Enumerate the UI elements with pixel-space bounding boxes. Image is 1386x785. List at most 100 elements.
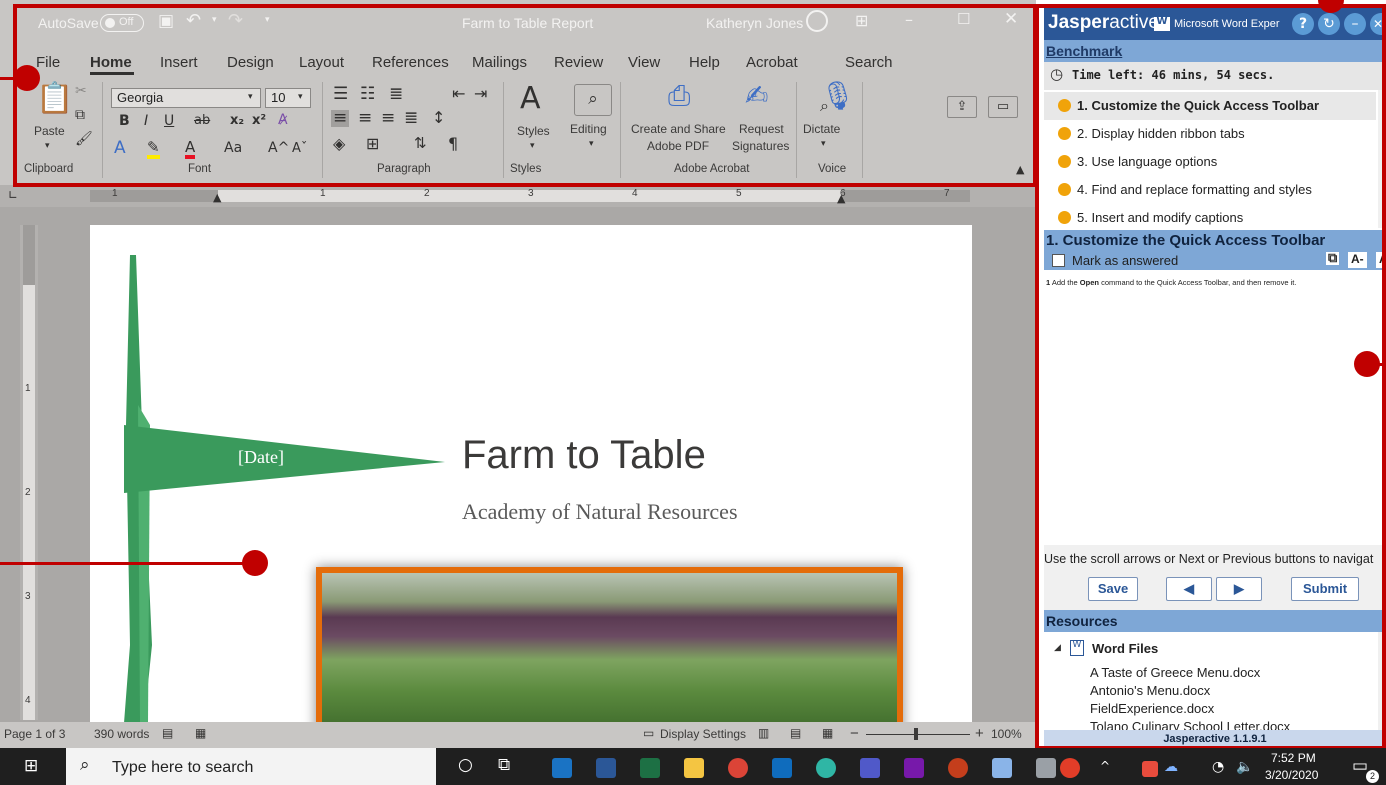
justify-icon[interactable]: ≣ xyxy=(404,110,418,127)
underline-icon[interactable]: U xyxy=(164,114,174,128)
bullets-icon[interactable]: ☰ xyxy=(333,86,348,103)
increase-font-button[interactable]: A xyxy=(1376,252,1386,268)
borders-icon[interactable]: ⊞ xyxy=(366,136,379,152)
format-painter-icon[interactable]: 🖌 xyxy=(75,132,93,146)
network-icon[interactable]: ◔ xyxy=(1212,760,1224,774)
font-size-dropdown-icon[interactable]: ▾ xyxy=(298,93,303,102)
display-settings-icon[interactable]: ▭ xyxy=(643,727,654,739)
undo-icon[interactable]: ↶ xyxy=(186,12,201,30)
undo-dropdown-icon[interactable]: ▾ xyxy=(212,16,217,25)
shading-icon[interactable]: ◈ xyxy=(333,136,345,152)
tab-layout[interactable]: Layout xyxy=(299,54,344,71)
font-size-box[interactable]: 10 ▾ xyxy=(265,88,311,108)
word-files-label[interactable]: Word Files xyxy=(1092,641,1158,656)
snipping-tool-icon[interactable] xyxy=(1036,758,1056,778)
resource-file[interactable]: Tolano Culinary School Letter.docx xyxy=(1090,719,1290,730)
autosave-toggle[interactable]: Off xyxy=(100,14,144,32)
tab-review[interactable]: Review xyxy=(554,54,603,71)
create-pdf-icon[interactable]: ⎙ xyxy=(668,82,690,110)
dynamics-icon[interactable] xyxy=(552,758,572,778)
search-label[interactable]: Search xyxy=(845,54,893,71)
tab-mailings[interactable]: Mailings xyxy=(472,54,527,71)
cut-icon[interactable]: ✂ xyxy=(75,84,87,98)
request-signatures-label-1[interactable]: Request xyxy=(739,122,784,136)
align-left-icon[interactable]: ≡ xyxy=(331,110,350,127)
shrink-font-icon[interactable]: Aˇ xyxy=(292,142,307,155)
help-button[interactable]: ? xyxy=(1292,13,1314,35)
zoom-in-button[interactable]: + xyxy=(975,725,984,742)
microphone-icon[interactable]: 🎙 xyxy=(820,82,856,110)
styles-label[interactable]: Styles xyxy=(517,124,550,138)
web-layout-icon[interactable]: ▦ xyxy=(822,727,833,739)
show-hidden-icons-icon[interactable]: ^ xyxy=(1100,760,1110,772)
tab-acrobat[interactable]: Acrobat xyxy=(746,54,798,71)
superscript-icon[interactable]: x² xyxy=(252,114,266,127)
align-right-icon[interactable]: ≡ xyxy=(381,110,395,127)
horizontal-ruler[interactable]: ∟ 1 1 2 3 4 5 6 7 ▲ ▲ xyxy=(0,185,1036,207)
subscript-icon[interactable]: x₂ xyxy=(230,114,244,127)
sort-icon[interactable]: ⇅ xyxy=(414,136,427,151)
styles-icon[interactable]: A xyxy=(520,84,541,114)
resource-file[interactable]: A Taste of Greece Menu.docx xyxy=(1090,665,1260,680)
show-formatting-icon[interactable]: ¶ xyxy=(448,136,458,152)
tab-insert[interactable]: Insert xyxy=(160,54,198,71)
proofing-icon[interactable]: ▤ xyxy=(162,727,173,739)
chrome-icon[interactable] xyxy=(728,758,748,778)
windows-start-icon[interactable]: ⊞ xyxy=(24,758,38,775)
clear-formatting-icon[interactable]: A̷ xyxy=(278,113,288,127)
clock-time[interactable]: 7:52 PM xyxy=(1271,751,1316,765)
jasper-close-icon[interactable]: ✕ xyxy=(1370,13,1386,35)
right-indent-marker-icon[interactable]: ▲ xyxy=(837,193,845,204)
editing-label[interactable]: Editing xyxy=(570,122,607,136)
document-page[interactable]: [Date] Farm to Table Academy of Natural … xyxy=(90,225,972,737)
macro-icon[interactable]: ▦ xyxy=(195,727,206,739)
tab-file[interactable]: File xyxy=(36,54,60,71)
minimize-icon[interactable]: – xyxy=(905,12,913,28)
submit-button[interactable]: Submit xyxy=(1291,577,1359,601)
tab-references[interactable]: References xyxy=(372,54,449,71)
highlight-icon[interactable]: ✎ xyxy=(147,140,160,159)
date-placeholder[interactable]: [Date] xyxy=(238,447,284,468)
paste-icon[interactable]: 📋 xyxy=(36,84,73,114)
jasperactive-taskbar-icon[interactable] xyxy=(1060,758,1080,778)
notifications-icon[interactable]: ▭ xyxy=(1352,758,1368,775)
zoom-slider-thumb[interactable] xyxy=(914,728,918,740)
file-explorer-icon[interactable] xyxy=(684,758,704,778)
zoom-out-button[interactable]: − xyxy=(850,725,859,742)
decrease-font-button[interactable]: A- xyxy=(1348,252,1367,268)
reset-icon[interactable]: ↻ xyxy=(1318,13,1340,35)
taskbar-search-box[interactable]: ⌕ Type here to search xyxy=(66,748,436,785)
styles-dropdown-icon[interactable]: ▾ xyxy=(530,142,535,151)
vertical-ruler[interactable]: 1 2 3 4 xyxy=(20,225,38,720)
customize-qat-icon[interactable]: ▾ xyxy=(265,16,270,25)
resource-file[interactable]: FieldExperience.docx xyxy=(1090,701,1214,716)
tab-design[interactable]: Design xyxy=(227,54,274,71)
task-item[interactable]: 5. Insert and modify captions xyxy=(1058,210,1243,225)
editing-dropdown-icon[interactable]: ▾ xyxy=(589,140,594,149)
cortana-icon[interactable]: ○ xyxy=(458,757,473,774)
multilevel-list-icon[interactable]: ≣ xyxy=(389,86,403,103)
edge-icon[interactable] xyxy=(816,758,836,778)
mark-answered-label[interactable]: Mark as answered xyxy=(1072,253,1178,268)
request-signatures-icon[interactable]: ✍ xyxy=(745,82,768,110)
bold-icon[interactable]: B xyxy=(119,114,130,128)
user-name[interactable]: Katheryn Jones xyxy=(706,15,803,31)
save-button[interactable]: Save xyxy=(1088,577,1138,601)
tab-home[interactable]: Home xyxy=(90,54,132,71)
volume-icon[interactable]: 🔈 xyxy=(1236,760,1253,774)
dictate-dropdown-icon[interactable]: ▾ xyxy=(821,140,826,149)
decrease-indent-icon[interactable]: ⇤ xyxy=(452,86,465,102)
numbering-icon[interactable]: ☷ xyxy=(360,86,375,103)
redo-icon[interactable]: ↷ xyxy=(228,12,243,30)
font-name-box[interactable]: Georgia ▾ xyxy=(111,88,261,108)
change-case-icon[interactable]: Aa xyxy=(224,141,242,155)
next-button[interactable]: ▶ xyxy=(1216,577,1262,601)
create-pdf-label-2[interactable]: Adobe PDF xyxy=(647,139,709,153)
teams-icon[interactable] xyxy=(860,758,880,778)
collapse-arrow-icon[interactable]: ◢ xyxy=(1054,644,1061,653)
zoom-slider-track[interactable] xyxy=(866,734,970,735)
task-item[interactable]: 3. Use language options xyxy=(1058,154,1217,169)
outlook-icon[interactable] xyxy=(772,758,792,778)
resource-file[interactable]: Antonio's Menu.docx xyxy=(1090,683,1210,698)
previous-button[interactable]: ◀ xyxy=(1166,577,1212,601)
